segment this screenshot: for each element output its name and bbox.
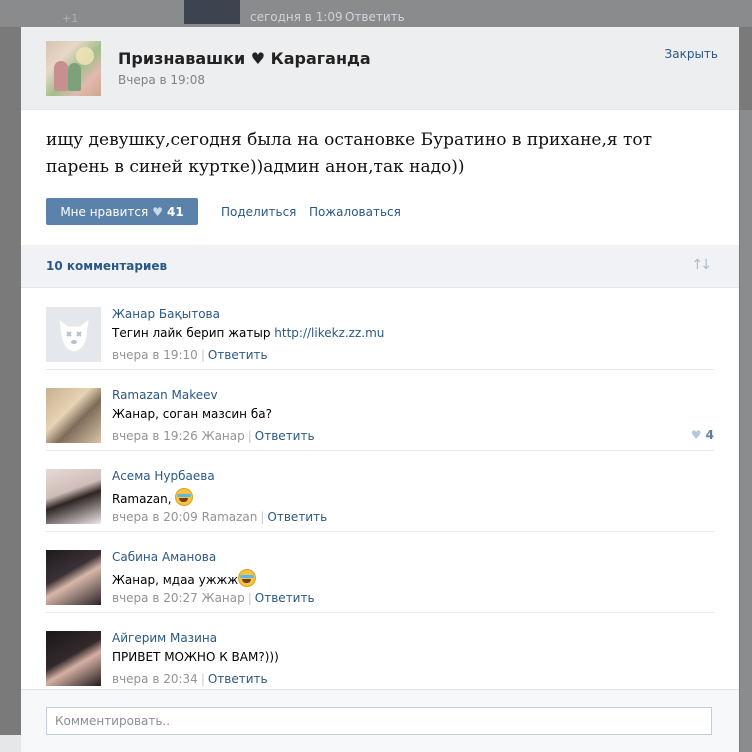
comment-input[interactable]	[46, 707, 712, 735]
comment-avatar[interactable]	[46, 469, 101, 524]
comment-item: Сабина Аманова Жанар, мдаа ужжж вчера в …	[46, 532, 714, 613]
comment-author-link[interactable]: Сабина Аманова	[112, 550, 216, 564]
comment-reply-to[interactable]: Жанар	[202, 591, 245, 605]
background-plus-count: +1	[62, 12, 79, 25]
sort-arrows-icon[interactable]: ↑↓	[692, 257, 713, 273]
background-time: сегодня в 1:09	[250, 10, 343, 24]
comment-like-button[interactable]: ♥ 4	[691, 428, 714, 442]
tears-of-joy-emoji-icon	[238, 569, 257, 587]
reply-button[interactable]: Ответить	[255, 429, 315, 443]
avatar-figure-shape	[54, 61, 68, 91]
comment-text-body: Ramazan,	[112, 492, 176, 506]
avatar-figure-shape	[68, 63, 81, 91]
comment-text-body: Тегин лайк берип жатыр	[112, 326, 275, 340]
comment-item: Жанар Бақытова Тегин лайк берип жатыр ht…	[46, 289, 714, 370]
close-button[interactable]: Закрыть	[665, 47, 718, 61]
comment-avatar[interactable]	[46, 550, 101, 605]
like-count: 41	[166, 204, 184, 219]
reply-button[interactable]: Ответить	[267, 510, 327, 524]
post-header: Признавашки ♥ Караганда Вчера в 19:08 За…	[21, 27, 739, 110]
comment-meta: вчера в 20:34 | Ответить	[112, 672, 268, 686]
group-name-link[interactable]: Признавашки ♥ Караганда	[118, 49, 371, 68]
reply-button[interactable]: Ответить	[255, 591, 315, 605]
comment-time[interactable]: вчера в 19:26	[112, 429, 198, 443]
comment-meta: вчера в 19:26 Жанар | Ответить	[112, 429, 315, 443]
comment-text: Тегин лайк берип жатыр http://likekz.zz.…	[112, 326, 384, 340]
background-avatar	[184, 0, 240, 24]
post-modal: Признавашки ♥ Караганда Вчера в 19:08 За…	[21, 27, 739, 752]
comment-text: Жанар, мдаа ужжж	[112, 569, 257, 587]
comment-text: ПРИВЕТ МОЖНО К ВАМ?)))	[112, 650, 279, 664]
like-button[interactable]: Мне нравится ♥ 41	[46, 198, 198, 225]
comment-reply-to[interactable]: Ramazan	[202, 510, 258, 524]
report-button[interactable]: Пожаловаться	[309, 205, 401, 219]
comment-avatar[interactable]	[46, 388, 101, 443]
tears-of-joy-emoji-icon	[175, 488, 194, 506]
comment-reply-to[interactable]: Жанар	[202, 429, 245, 443]
background-page-strip: +1 сегодня в 1:09 Ответить	[0, 0, 752, 27]
comment-text: Ramazan,	[112, 488, 194, 506]
comment-link[interactable]: http://likekz.zz.mu	[274, 326, 384, 340]
comment-item: Айгерим Мазина ПРИВЕТ МОЖНО К ВАМ?))) вч…	[46, 613, 714, 689]
reply-button[interactable]: Ответить	[208, 348, 268, 362]
post-text: ищу девушку,сегодня была на остановке Бу…	[46, 130, 653, 177]
comment-like-count: 4	[705, 428, 714, 442]
comment-author-link[interactable]: Жанар Бақытова	[112, 307, 220, 321]
comment-time[interactable]: вчера в 20:09	[112, 510, 198, 524]
avatar-sun-shape	[76, 47, 94, 65]
comment-meta: вчера в 20:27 Жанар | Ответить	[112, 591, 315, 605]
background-reply-link[interactable]: Ответить	[345, 10, 405, 24]
comment-time[interactable]: вчера в 19:10	[112, 348, 198, 362]
comment-time[interactable]: вчера в 20:27	[112, 591, 198, 605]
comment-text-body: Жанар, мдаа ужжж	[112, 573, 239, 587]
group-avatar[interactable]	[46, 41, 101, 96]
comment-avatar[interactable]	[46, 631, 101, 686]
comments-count[interactable]: 10 комментариев	[46, 259, 167, 273]
comment-time[interactable]: вчера в 20:34	[112, 672, 198, 686]
comment-meta: вчера в 20:09 Ramazan | Ответить	[112, 510, 328, 524]
comment-author-link[interactable]: Асема Нурбаева	[112, 469, 215, 483]
comments-list: Жанар Бақытова Тегин лайк берип жатыр ht…	[21, 289, 739, 689]
deactivated-dog-avatar-graphic	[58, 319, 89, 352]
post-date[interactable]: Вчера в 19:08	[118, 73, 205, 87]
heart-icon: ♥	[690, 428, 702, 442]
comments-header: 10 комментариев ↑↓	[21, 245, 739, 288]
background-scroll-edge	[740, 110, 752, 752]
comment-author-link[interactable]: Айгерим Мазина	[112, 631, 217, 645]
comment-input-bar	[21, 689, 739, 752]
comment-meta: вчера в 19:10 | Ответить	[112, 348, 268, 362]
share-button[interactable]: Поделиться	[221, 205, 296, 219]
comment-item: Ramazan Makeev Жанар, соган мазсин ба? в…	[46, 370, 714, 451]
reply-button[interactable]: Ответить	[208, 672, 268, 686]
comment-item: Асема Нурбаева Ramazan, вчера в 20:09 Ra…	[46, 451, 714, 532]
like-label: Мне нравится	[60, 204, 149, 219]
dog-face-icon[interactable]	[46, 307, 101, 362]
comment-author-link[interactable]: Ramazan Makeev	[112, 388, 218, 402]
comment-text: Жанар, соган мазсин ба?	[112, 407, 272, 421]
heart-icon: ♥	[152, 204, 163, 219]
